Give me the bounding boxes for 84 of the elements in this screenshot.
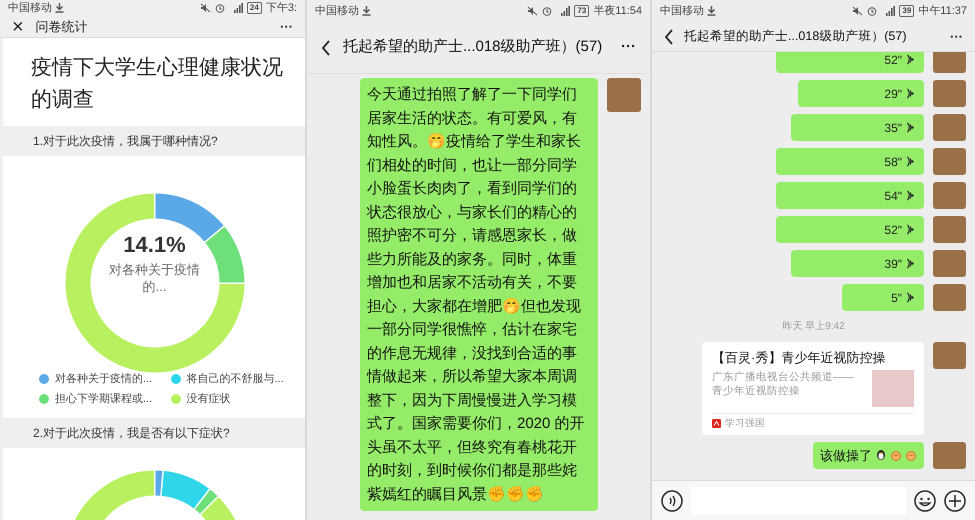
close-button[interactable]: ×	[12, 16, 24, 36]
mute-icon	[852, 6, 864, 16]
question-heading: 2.对于此次疫情，我是否有以下症状?	[3, 418, 305, 448]
legend-label: 对各种关于疫情的...	[55, 372, 152, 386]
avatar-photo-placeholder	[933, 250, 966, 277]
emoji-icon	[914, 490, 936, 512]
download-icon	[707, 6, 716, 16]
photo-placeholder	[872, 370, 914, 406]
voice-wave-icon	[906, 190, 914, 201]
voice-duration: 52"	[884, 222, 902, 238]
card-title: 【百灵·秀】青少年近视防控操	[712, 349, 886, 367]
legend-label: 将自己的不舒服与...	[186, 372, 284, 386]
status-time: 中午11:37	[918, 4, 967, 19]
percentage-value: 14.1%	[123, 230, 186, 258]
voice-message[interactable]: 58"	[776, 148, 924, 175]
card-source: 学习强国	[725, 416, 765, 430]
download-icon	[55, 3, 64, 14]
voice-duration: 58"	[884, 154, 902, 170]
voice-duration: 29"	[884, 86, 902, 102]
status-time: 半夜11:54	[593, 4, 642, 19]
mute-icon	[200, 3, 211, 14]
avatar-photo-placeholder	[607, 78, 641, 112]
avatar-photo-placeholder	[933, 216, 966, 243]
avatar-photo-placeholder	[933, 52, 966, 73]
voice-duration: 35"	[884, 120, 902, 136]
slice-label: 对各种关于疫情的...	[108, 260, 201, 294]
carrier-name: 中国移动	[8, 1, 52, 16]
avatar-photo-placeholder	[933, 114, 966, 141]
avatar-photo-placeholder	[933, 442, 966, 469]
more-button[interactable]: ···	[280, 16, 293, 36]
voice-input-icon	[661, 490, 683, 512]
status-time: 下午3:	[266, 1, 297, 16]
voice-message[interactable]: 52"	[776, 216, 924, 243]
avatar-photo-placeholder	[933, 80, 966, 107]
back-icon	[664, 28, 674, 44]
avatar-photo-placeholder	[933, 148, 966, 175]
penguin-icon	[875, 449, 887, 462]
voice-duration: 52"	[884, 52, 902, 68]
more-button[interactable]: ···	[950, 26, 963, 46]
download-icon	[362, 6, 371, 16]
timestamp: 昨天 早上9:42	[782, 320, 845, 334]
back-icon	[321, 40, 331, 56]
voice-message[interactable]: 52"	[776, 52, 924, 73]
voice-wave-icon	[906, 224, 914, 235]
chat-title: 托起希望的助产士...018级助产班）(57)	[684, 28, 907, 46]
link-card[interactable]: 【百灵·秀】青少年近视防控操 广东广播电视台公共频道——青少年近视防控操 学习强国	[702, 342, 924, 435]
message-text: 该做操了	[820, 446, 872, 464]
avatar-photo-placeholder	[933, 342, 966, 369]
voice-message[interactable]: 5"	[842, 284, 924, 311]
alarm-icon	[542, 6, 552, 16]
question-heading: 1.对于此次疫情，我属于哪种情况?	[3, 126, 305, 156]
card-description: 广东广播电视台公共频道——青少年近视防控操	[712, 370, 855, 398]
voice-duration: 5"	[891, 290, 902, 306]
voice-wave-icon	[906, 54, 914, 65]
voice-wave-icon	[906, 156, 914, 167]
page-title: 问卷统计	[36, 18, 88, 36]
alarm-icon	[214, 3, 225, 14]
survey-title: 疫情下大学生心理健康状况的调查	[30, 54, 284, 112]
voice-wave-icon	[906, 258, 914, 269]
alarm-icon	[867, 6, 878, 16]
voice-message[interactable]: 39"	[791, 250, 924, 277]
voice-message[interactable]: 35"	[791, 114, 924, 141]
legend-label: 没有症状	[186, 392, 230, 407]
voice-wave-icon	[906, 292, 914, 303]
voice-wave-icon	[906, 88, 914, 99]
voice-duration: 39"	[884, 256, 902, 272]
legend-label: 担心下学期课程或...	[55, 392, 152, 407]
battery-level: 39	[899, 5, 914, 17]
app-logo-icon	[712, 419, 721, 428]
voice-message[interactable]: 54"	[776, 182, 924, 209]
chat-title: 托起希望的助产士...018级助产班）(57)	[343, 37, 602, 58]
voice-wave-icon	[906, 122, 914, 133]
voice-message[interactable]: 29"	[798, 80, 924, 107]
voice-duration: 54"	[884, 188, 902, 204]
battery-level: 24	[246, 2, 262, 14]
battery-level: 73	[574, 5, 590, 17]
more-button[interactable]: ···	[621, 36, 636, 59]
message-bubble: 今天通过拍照了解了一下同学们居家生活的状态。有可爱风，有知性风。🤭疫情给了学生和家长们相处的时间，也让一部分同学小脸蛋长肉肉了，看到同学们的状态很放心，与家长们的精心的照护密不可分，请感恩家长，做些力所能及的家务。同时，体重增加也和居家不活动有关，不要担心，大家都在增肥🤭但也发现一部分同学很憔悴，估计在家宅的作息无规律，没找到合适的事情做起来，所以希望大家本周调整下，因为下周慢慢进入学习模式了。国家需要你们，2020 的开头虽不太平，但终究有春桃花开的时刻，到时候你们都是那些姹紫嫣红的瞩目风景✊✊✊	[360, 78, 598, 511]
avatar-photo-placeholder	[933, 284, 966, 311]
avatar-photo-placeholder	[933, 182, 966, 209]
carrier-name: 中国移动	[315, 4, 359, 19]
mute-icon	[527, 6, 538, 16]
carrier-name: 中国移动	[660, 4, 704, 19]
plus-icon	[944, 490, 966, 512]
